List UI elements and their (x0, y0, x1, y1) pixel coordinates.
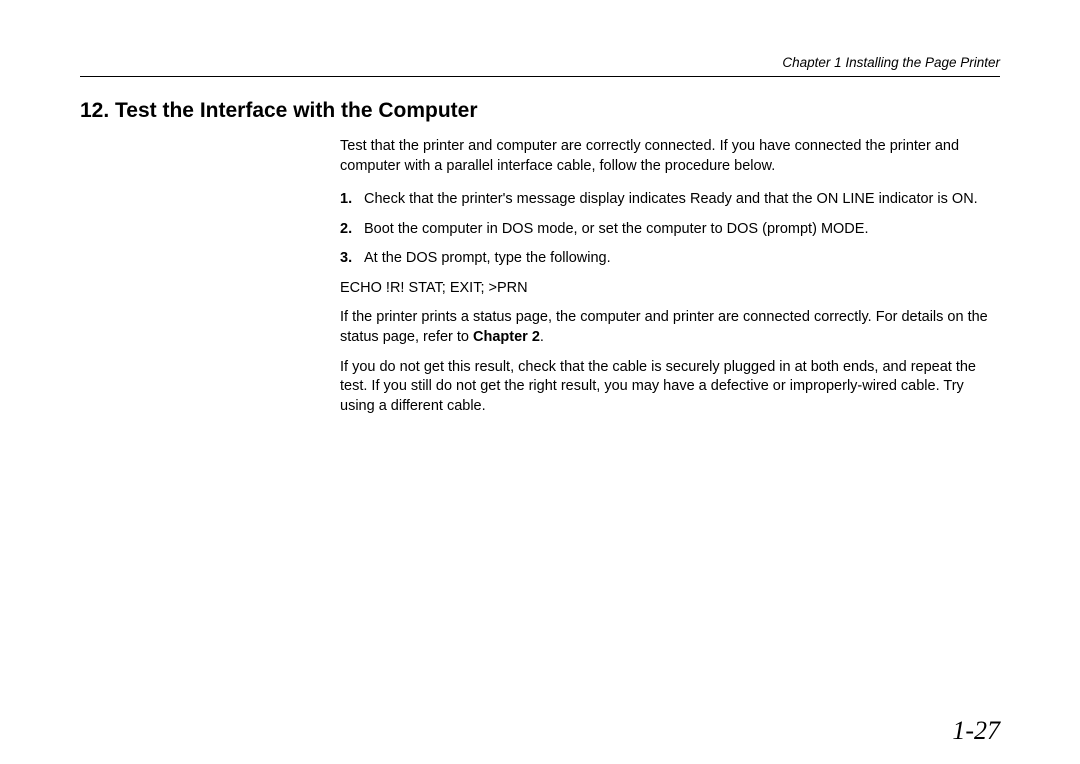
list-item: 2. Boot the computer in DOS mode, or set… (340, 220, 1000, 240)
chapter-header: Chapter 1 Installing the Page Printer (80, 55, 1000, 70)
list-number: 2. (340, 220, 360, 240)
list-item: 3. At the DOS prompt, type the following… (340, 249, 1000, 269)
step-list: 1. Check that the printer's message disp… (340, 190, 1000, 269)
list-item: 1. Check that the printer's message disp… (340, 190, 1000, 210)
command-line: ECHO !R! STAT; EXIT; >PRN (340, 279, 1000, 299)
intro-paragraph: Test that the printer and computer are c… (340, 137, 1000, 176)
list-text: Boot the computer in DOS mode, or set th… (364, 220, 1000, 240)
troubleshoot-paragraph: If you do not get this result, check tha… (340, 358, 1000, 417)
list-number: 3. (340, 249, 360, 269)
page-number: 1-27 (952, 716, 1000, 746)
list-text: At the DOS prompt, type the following. (364, 249, 1000, 269)
section-heading: 12. Test the Interface with the Computer (80, 99, 1000, 123)
list-text: Check that the printer's message display… (364, 190, 1000, 210)
header-rule (80, 76, 1000, 77)
page-container: Chapter 1 Installing the Page Printer 12… (0, 0, 1080, 764)
chapter-ref: Chapter 2 (473, 329, 540, 345)
content-block: Test that the printer and computer are c… (340, 137, 1000, 416)
list-number: 1. (340, 190, 360, 210)
result-paragraph: If the printer prints a status page, the… (340, 308, 1000, 347)
